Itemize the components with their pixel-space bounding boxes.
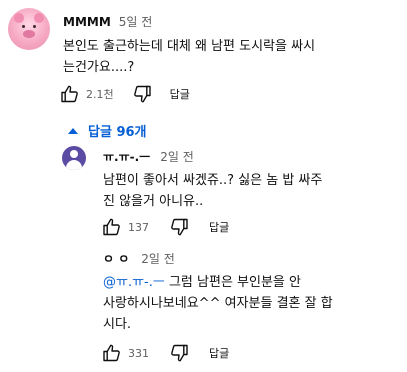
reply2-text: @ㅠ.ㅠ-.ㅡ 그럼 남편은 부인분을 안 사랑하시나보네요^^ 여자분들 결혼… bbox=[103, 272, 398, 335]
reply1-actions: 137 답글 bbox=[102, 217, 229, 237]
avatar-ear-right bbox=[34, 13, 44, 23]
comment-reply-button[interactable]: 답글 bbox=[170, 86, 190, 102]
thumbs-up-icon[interactable] bbox=[102, 217, 122, 237]
avatar-eye-left bbox=[22, 25, 25, 28]
comment-text-line1: 본인도 출근하는데 대체 왜 남편 도시락을 싸시 bbox=[63, 39, 316, 54]
thumbs-down-icon[interactable] bbox=[169, 217, 189, 237]
reply2-time[interactable]: 2일 전 bbox=[141, 250, 175, 267]
reply2-text-line1: @ㅠ.ㅠ-.ㅡ 그럼 남편은 부인분을 안 bbox=[103, 272, 398, 293]
avatar-person-head bbox=[70, 150, 78, 158]
reply1-reply-button[interactable]: 답글 bbox=[209, 219, 229, 235]
comment-like-count: 2.1천 bbox=[86, 88, 114, 101]
commenter-avatar[interactable] bbox=[8, 8, 50, 50]
reply1-time[interactable]: 2일 전 bbox=[160, 148, 194, 165]
comment-time[interactable]: 5일 전 bbox=[119, 13, 153, 30]
reply1-text: 남편이 좋아서 싸겠쥬..? 싫은 놈 밥 싸주 진 않을거 아니유.. bbox=[103, 170, 398, 212]
reply2-mention-link[interactable]: @ㅠ.ㅠ-.ㅡ bbox=[103, 275, 165, 290]
comment-actions: 2.1천 답글 bbox=[60, 84, 190, 104]
comment-header: MMMM 5일 전 bbox=[63, 13, 152, 30]
thumbs-up-icon[interactable] bbox=[60, 84, 80, 104]
reply2-actions: 331 답글 bbox=[102, 343, 229, 363]
reply2-header: ㅇ ㅇ 2일 전 bbox=[103, 250, 175, 267]
avatar-ear-left bbox=[14, 13, 24, 23]
reply1-text-line2: 진 않을거 아니유.. bbox=[103, 194, 204, 209]
reply1-avatar[interactable] bbox=[62, 146, 86, 170]
thumbs-up-icon[interactable] bbox=[102, 343, 122, 363]
reply2-text-line1-rest: 그럼 남편은 부인분을 안 bbox=[164, 275, 301, 290]
thumbs-down-icon[interactable] bbox=[132, 84, 152, 104]
reply2-text-line2: 사랑하시나보네요^^ 여자분들 결혼 잘 합 bbox=[103, 296, 333, 311]
reply1-text-line1: 남편이 좋아서 싸겠쥬..? 싫은 놈 밥 싸주 bbox=[103, 173, 323, 188]
reply1-header: ㅠ.ㅠ-.ㅡ 2일 전 bbox=[103, 148, 194, 165]
replies-toggle-button[interactable]: 답글 96개 bbox=[68, 121, 147, 140]
reply2-avatar[interactable] bbox=[62, 250, 86, 274]
avatar-eye-right bbox=[33, 25, 36, 28]
comment-text: 본인도 출근하는데 대체 왜 남편 도시락을 싸시 는건가요....? bbox=[63, 36, 398, 78]
thumbs-down-icon[interactable] bbox=[169, 343, 189, 363]
reply2-like-count: 331 bbox=[128, 346, 149, 360]
reply1-username[interactable]: ㅠ.ㅠ-.ㅡ bbox=[103, 148, 150, 165]
reply2-text-line3: 시다. bbox=[103, 317, 132, 332]
reply1-like-count: 137 bbox=[128, 220, 149, 234]
reply2-reply-button[interactable]: 답글 bbox=[209, 345, 229, 361]
comment-text-line2: 는건가요....? bbox=[63, 60, 135, 75]
avatar-person-shoulders bbox=[66, 160, 82, 170]
replies-toggle-label: 답글 96개 bbox=[88, 125, 147, 140]
collapse-caret-icon bbox=[68, 127, 78, 134]
comment-username[interactable]: MMMM bbox=[63, 15, 111, 29]
reply2-username[interactable]: ㅇ ㅇ bbox=[103, 250, 129, 267]
avatar-snout bbox=[23, 30, 35, 38]
